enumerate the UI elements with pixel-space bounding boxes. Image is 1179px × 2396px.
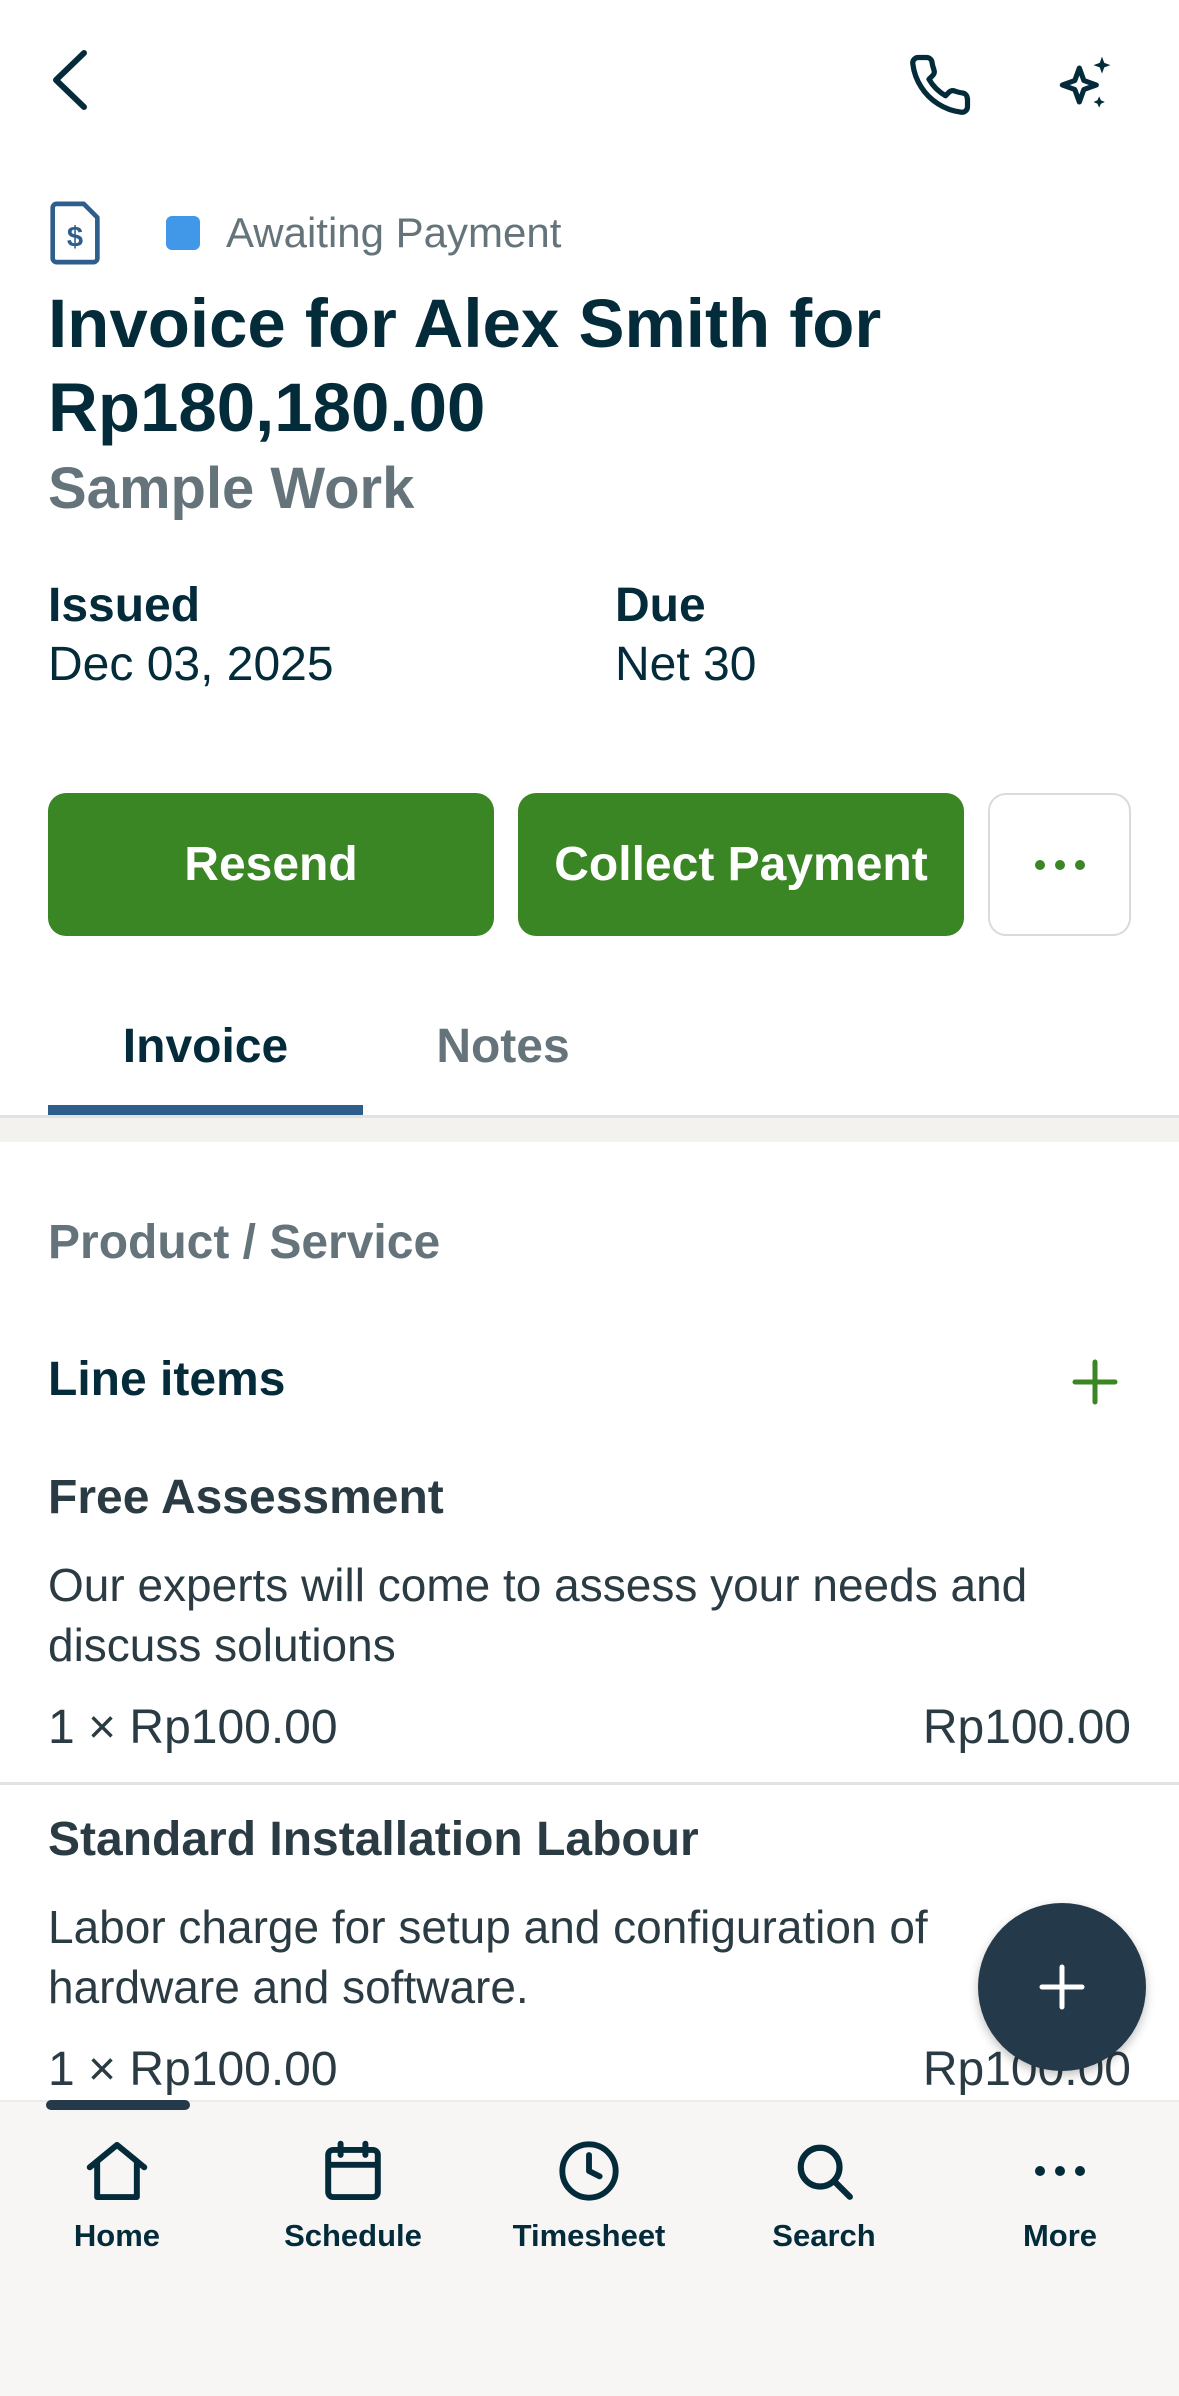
due-info: Due Net 30 <box>615 578 756 696</box>
page-title: Invoice for Alex Smith for Rp180,180.00 <box>48 285 882 446</box>
svg-text:$: $ <box>67 222 83 254</box>
issued-date: Dec 03, 2025 <box>48 638 334 691</box>
top-bar <box>0 0 1179 170</box>
ellipsis-icon <box>1034 859 1085 870</box>
plus-icon <box>1072 1359 1118 1405</box>
tab-bar: Invoice Notes <box>0 975 1179 1118</box>
status-badge: Awaiting Payment <box>226 209 562 256</box>
nav-item-timesheet[interactable]: Timesheet <box>489 2130 689 2270</box>
line-item-total: Rp100.00 <box>922 1701 1131 1754</box>
nav-item-more[interactable]: More <box>960 2130 1160 2270</box>
line-items-title: Line items <box>48 1353 286 1406</box>
status-row: $ Awaiting Payment <box>48 198 561 268</box>
add-line-item-button[interactable] <box>1065 1352 1125 1412</box>
sparkle-icon[interactable] <box>1035 40 1135 130</box>
nav-label: Home <box>73 2218 161 2253</box>
line-item-quantity: 1 × Rp100.00 <box>48 1701 338 1754</box>
active-nav-indicator <box>46 2100 190 2110</box>
issued-info: Issued Dec 03, 2025 <box>48 578 334 696</box>
more-actions-button[interactable] <box>988 793 1131 936</box>
tab-notes[interactable]: Notes <box>363 975 643 1118</box>
line-item-description: Labor charge for setup and configuration… <box>48 1901 928 2013</box>
status-indicator <box>166 216 200 250</box>
search-icon <box>793 2130 855 2212</box>
nav-label: Search <box>772 2218 876 2253</box>
phone-icon[interactable] <box>890 40 990 130</box>
line-item-name[interactable]: Standard Installation Labour <box>48 1812 699 1867</box>
invoice-document-icon: $ <box>48 198 108 268</box>
tab-invoice[interactable]: Invoice <box>48 975 363 1118</box>
back-arrow-icon[interactable] <box>30 35 110 125</box>
ellipsis-icon <box>1033 2130 1087 2212</box>
nav-item-home[interactable]: Home <box>17 2130 217 2270</box>
active-tab-indicator <box>48 1105 363 1115</box>
clock-icon <box>557 2130 621 2212</box>
due-value: Net 30 <box>615 638 757 691</box>
nav-item-schedule[interactable]: Schedule <box>253 2130 453 2270</box>
resend-button[interactable]: Resend <box>48 793 494 936</box>
collect-payment-button[interactable]: Collect Payment <box>518 793 964 936</box>
create-fab-button[interactable] <box>978 1903 1146 2071</box>
plus-icon <box>1039 1964 1085 2010</box>
nav-label: Timesheet <box>512 2218 666 2253</box>
section-label: Product / Service <box>48 1216 441 1269</box>
nav-label: Schedule <box>284 2218 422 2253</box>
home-icon <box>82 2130 152 2212</box>
line-item-description: Our experts will come to assess your nee… <box>48 1559 1028 1671</box>
line-item-divider <box>0 1782 1179 1785</box>
issued-label: Issued <box>48 579 201 632</box>
line-item-quantity: 1 × Rp100.00 <box>48 2043 338 2096</box>
line-item-name[interactable]: Free Assessment <box>48 1470 444 1525</box>
section-divider-band <box>0 1118 1179 1142</box>
due-label: Due <box>615 579 706 632</box>
nav-label: More <box>1022 2218 1098 2253</box>
calendar-icon <box>323 2130 383 2212</box>
page-subtitle: Sample Work <box>48 456 415 521</box>
nav-item-search[interactable]: Search <box>724 2130 924 2270</box>
